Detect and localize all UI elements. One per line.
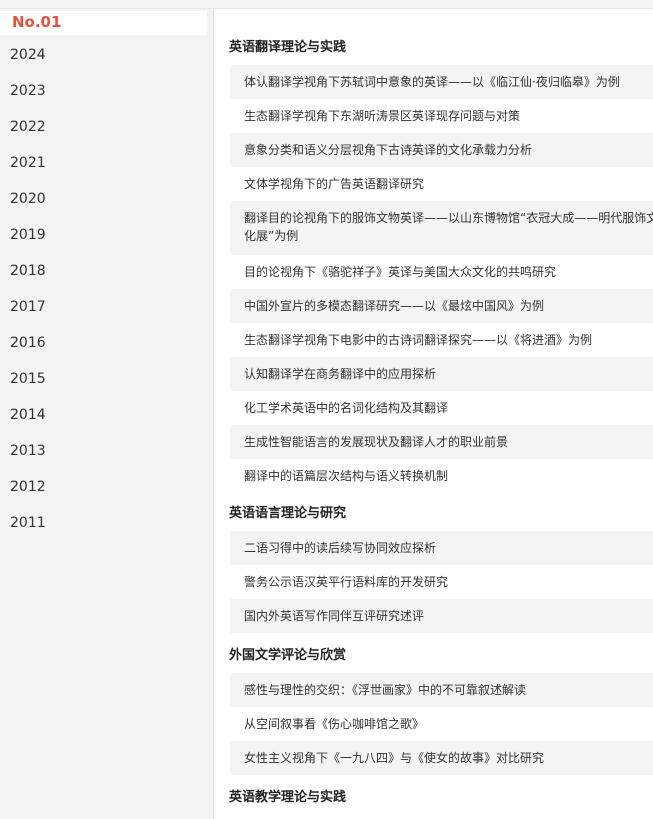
- article-link[interactable]: 生态翻译学视角下电影中的古诗词翻译探究——以《将进酒》为例: [230, 323, 653, 357]
- article-link[interactable]: 体认翻译学视角下苏轼词中意象的英译——以《临江仙·夜归临皋》为例: [230, 65, 653, 99]
- article-link[interactable]: 国内外英语写作同伴互评研究述评: [230, 599, 653, 633]
- article-link[interactable]: 文体学视角下的广告英语翻译研究: [230, 167, 653, 201]
- article-link[interactable]: 从空间叙事看《伤心咖啡馆之歌》: [230, 707, 653, 741]
- year-item-2021[interactable]: 2021: [0, 147, 207, 183]
- year-item-2015[interactable]: 2015: [0, 363, 207, 399]
- year-item-2018[interactable]: 2018: [0, 255, 207, 291]
- section-title: 外国文学评论与欣赏: [229, 648, 347, 663]
- year-item-2022[interactable]: 2022: [0, 111, 207, 147]
- year-list: 2024 2023 2022 2021 2020 2019 2018 2017 2016 2015…: [0, 39, 207, 543]
- year-item-2019[interactable]: 2019: [0, 219, 207, 255]
- year-item-2016[interactable]: 2016: [0, 327, 207, 363]
- year-item-2013[interactable]: 2013: [0, 435, 207, 471]
- article-link[interactable]: 目的论视角下《骆驼祥子》英译与美国大众文化的共鸣研究: [230, 255, 653, 289]
- year-item-2012[interactable]: 2012: [0, 471, 207, 507]
- article-link[interactable]: 翻译中的语篇层次结构与语义转换机制: [230, 459, 653, 493]
- article-link[interactable]: 认知翻译学在商务翻译中的应用探析: [230, 357, 653, 391]
- issue-tab[interactable]: No.01: [0, 11, 207, 35]
- article-link[interactable]: 意象分类和语义分层视角下古诗英译的文化承载力分析: [230, 133, 653, 167]
- year-item-2017[interactable]: 2017: [0, 291, 207, 327]
- section-title: 英语教学理论与实践: [229, 790, 347, 805]
- year-item-2020[interactable]: 2020: [0, 183, 207, 219]
- year-item-2023[interactable]: 2023: [0, 75, 207, 111]
- article-link[interactable]: 化工学术英语中的名词化结构及其翻译: [230, 391, 653, 425]
- year-item-2024[interactable]: 2024: [0, 39, 207, 75]
- article-link[interactable]: 感性与理性的交织：《浮世画家》中的不可靠叙述解读: [230, 673, 653, 707]
- section-title: 英语语言理论与研究: [229, 506, 347, 521]
- article-link[interactable]: 中国外宣片的多模态翻译研究——以《最炫中国风》为例: [230, 289, 653, 323]
- year-item-2014[interactable]: 2014: [0, 399, 207, 435]
- article-list: 英语翻译理论与实践体认翻译学视角下苏轼词中意象的英译——以《临江仙·夜归临皋》为…: [214, 9, 653, 819]
- article-link[interactable]: 女性主义视角下《一九八四》与《使女的故事》对比研究: [230, 741, 653, 775]
- article-link[interactable]: 生态翻译学视角下东湖听涛景区英译现存问题与对策: [230, 99, 653, 133]
- article-link[interactable]: 生成性智能语言的发展现状及翻译人才的职业前景: [230, 425, 653, 459]
- article-link[interactable]: 警务公示语汉英平行语料库的开发研究: [230, 565, 653, 599]
- section-title: 英语翻译理论与实践: [229, 40, 347, 55]
- year-sidebar: No.01 2024 2023 2022 2021 2020 2019 2018 2017 20…: [0, 9, 214, 819]
- year-item-2011[interactable]: 2011: [0, 507, 207, 543]
- article-link[interactable]: 翻译目的论视角下的服饰文物英译——以山东博物馆“衣冠大成——明代服饰文化展”为例: [230, 201, 653, 255]
- issue-label: No.01: [12, 13, 62, 31]
- top-divider: [0, 0, 653, 9]
- article-link[interactable]: 二语习得中的读后续写协同效应探析: [230, 531, 653, 565]
